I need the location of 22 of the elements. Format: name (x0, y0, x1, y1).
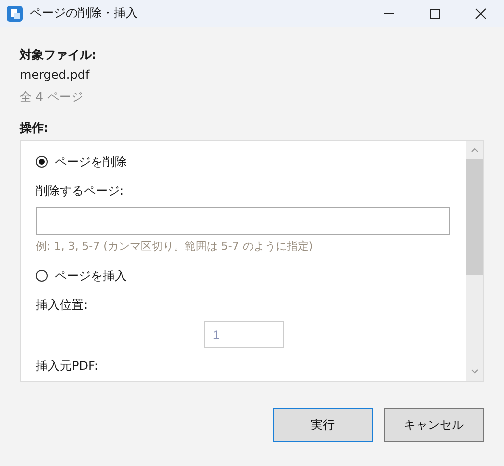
window-title: ページの削除・挿入 (30, 5, 138, 22)
close-icon (475, 8, 487, 20)
radio-option[interactable]: ページを挿入 (36, 267, 451, 285)
execute-button[interactable]: 実行 (273, 408, 373, 442)
scroll-down-icon[interactable] (470, 369, 478, 375)
field-label: 挿入元PDF: (36, 358, 100, 375)
section-label: 操作: (20, 120, 50, 137)
file-name: merged.pdf (20, 68, 91, 84)
scroll-up-icon[interactable] (470, 147, 478, 153)
field-label: 挿入位置: (36, 297, 90, 314)
hint-text: 例: 1, 3, 5-7 (カンマ区切り。範囲は 5-7 のように指定) (36, 239, 314, 255)
input-field[interactable] (36, 207, 450, 235)
minimize-icon (384, 13, 394, 14)
page-count: 全 4 ページ (20, 89, 84, 106)
app-icon (7, 6, 23, 22)
radio-option[interactable]: ページを削除 (36, 153, 451, 171)
cancel-button[interactable]: キャンセル (384, 408, 484, 442)
section-label: 対象ファイル: (20, 47, 98, 64)
field-label: 削除するページ: (36, 183, 126, 200)
maximize-icon (429, 8, 441, 20)
scroll-bar[interactable] (466, 141, 483, 381)
scroll-thumb[interactable] (466, 159, 483, 275)
